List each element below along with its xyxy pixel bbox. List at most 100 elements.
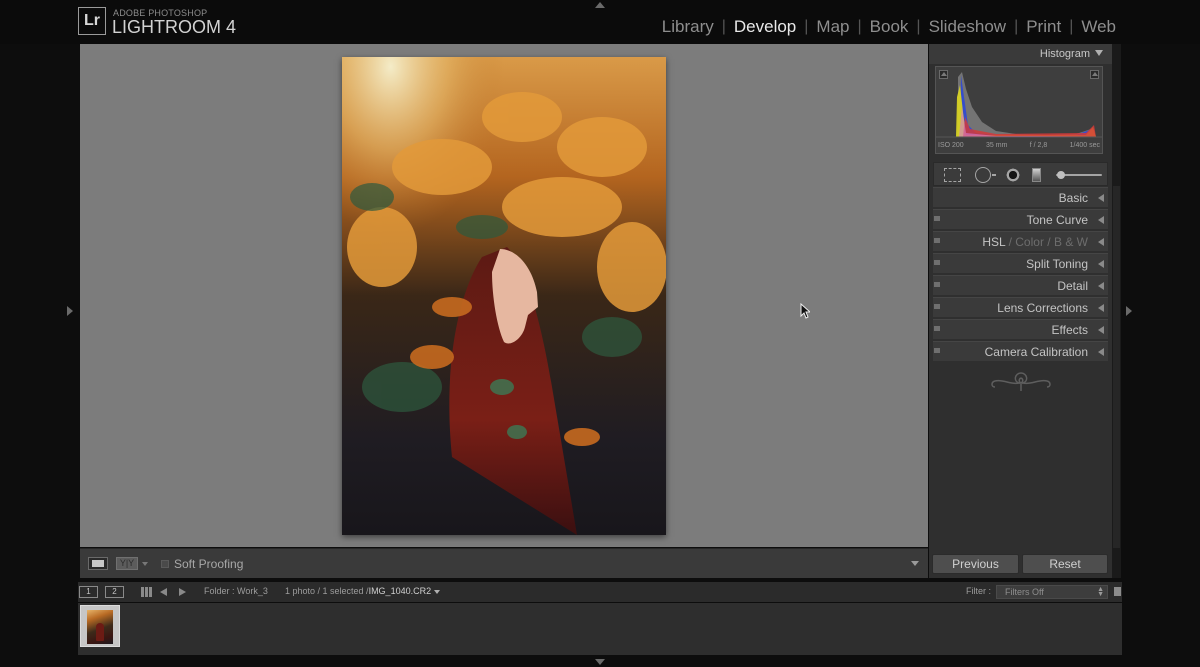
exif-shutter: 1/400 sec bbox=[1069, 142, 1100, 149]
back-arrow-icon[interactable] bbox=[160, 588, 167, 596]
selection-info[interactable]: 1 photo / 1 selected /IMG_1040.CR2 bbox=[285, 586, 441, 596]
chevron-down-icon[interactable] bbox=[434, 589, 441, 594]
panel-toggle-switch[interactable] bbox=[934, 216, 940, 221]
current-filename: IMG_1040.CR2 bbox=[368, 586, 432, 596]
previous-button[interactable]: Previous bbox=[932, 554, 1019, 574]
right-panel-toggle-icon[interactable] bbox=[1126, 306, 1132, 316]
module-web[interactable]: Web bbox=[1073, 17, 1124, 37]
panel-lens-corrections-label: Lens Corrections bbox=[997, 301, 1088, 315]
histogram-curve bbox=[936, 72, 1102, 138]
panel-toggle-switch[interactable] bbox=[934, 326, 940, 331]
expand-triangle-icon[interactable] bbox=[1098, 326, 1104, 334]
panel-split-toning-label: Split Toning bbox=[1026, 257, 1088, 271]
panel-toggle-switch[interactable] bbox=[934, 304, 940, 309]
scrollbar-thumb[interactable] bbox=[1113, 186, 1120, 548]
soft-proofing-checkbox[interactable] bbox=[161, 560, 169, 568]
expand-triangle-icon[interactable] bbox=[1098, 260, 1104, 268]
panel-end-ornament-icon bbox=[991, 372, 1051, 391]
expand-triangle-icon[interactable] bbox=[1098, 348, 1104, 356]
crop-icon[interactable] bbox=[944, 168, 961, 182]
module-develop[interactable]: Develop bbox=[726, 17, 804, 37]
bw-tab[interactable]: B & W bbox=[1054, 235, 1088, 249]
exif-iso: ISO 200 bbox=[938, 142, 964, 149]
panel-camera-calibration[interactable]: Camera Calibration bbox=[933, 341, 1108, 361]
photo-image bbox=[342, 57, 666, 535]
spot-removal-pointer-icon bbox=[992, 174, 996, 176]
expand-triangle-icon[interactable] bbox=[1098, 194, 1104, 202]
panel-toggle-switch[interactable] bbox=[934, 348, 940, 353]
top-bar: Lr ADOBE PHOTOSHOP LIGHTROOM 4 Library |… bbox=[0, 0, 1200, 44]
module-map[interactable]: Map bbox=[808, 17, 857, 37]
exif-focal-length: 35 mm bbox=[986, 142, 1008, 149]
expand-triangle-icon[interactable] bbox=[1098, 304, 1104, 312]
primary-display-button[interactable]: 1 bbox=[79, 586, 98, 598]
panel-camera-calibration-label: Camera Calibration bbox=[984, 345, 1088, 359]
expand-triangle-icon[interactable] bbox=[1098, 282, 1104, 290]
tab-separator: / bbox=[1008, 235, 1012, 249]
panel-basic-label: Basic bbox=[1058, 191, 1088, 205]
panel-effects[interactable]: Effects bbox=[933, 319, 1108, 339]
toolbar-menu-icon[interactable] bbox=[911, 561, 919, 566]
histogram-graph[interactable] bbox=[935, 66, 1103, 154]
adjustment-brush-knob-icon[interactable] bbox=[1057, 171, 1065, 179]
reset-button[interactable]: Reset bbox=[1022, 554, 1108, 574]
filter-value: Filters Off bbox=[1005, 587, 1044, 597]
mouse-pointer-icon bbox=[800, 303, 810, 319]
panel-tone-curve[interactable]: Tone Curve bbox=[933, 209, 1108, 229]
highlight-clipping-icon[interactable] bbox=[1090, 70, 1099, 79]
filmstrip-thumbnail[interactable] bbox=[80, 605, 120, 647]
spot-removal-icon[interactable] bbox=[975, 167, 991, 183]
expand-triangle-icon[interactable] bbox=[1098, 238, 1104, 246]
chevron-down-icon[interactable] bbox=[142, 562, 148, 566]
filter-select[interactable]: Filters Off ▲ ▼ bbox=[996, 585, 1108, 599]
secondary-display-button[interactable]: 2 bbox=[105, 586, 124, 598]
filmstrip-toolbar: 1 2 Folder : Work_3 1 photo / 1 selected… bbox=[78, 582, 1122, 602]
thumbnail-image bbox=[87, 610, 113, 644]
panel-hsl[interactable]: HSL / Color / B & W bbox=[933, 231, 1108, 251]
histogram-header[interactable]: Histogram bbox=[929, 44, 1112, 64]
view-toolbar: Y|Y Soft Proofing bbox=[80, 548, 928, 578]
module-library[interactable]: Library bbox=[654, 17, 722, 37]
red-eye-icon[interactable] bbox=[1005, 167, 1021, 183]
filmstrip[interactable] bbox=[78, 603, 1122, 655]
panel-lens-corrections[interactable]: Lens Corrections bbox=[933, 297, 1108, 317]
exif-info: ISO 200 35 mm f / 2,8 1/400 sec bbox=[935, 142, 1103, 149]
soft-proofing-label: Soft Proofing bbox=[174, 557, 244, 571]
top-panel-toggle-icon[interactable] bbox=[595, 2, 605, 8]
panel-tone-curve-label: Tone Curve bbox=[1026, 213, 1088, 227]
expand-triangle-icon[interactable] bbox=[1098, 216, 1104, 224]
hsl-tab[interactable]: HSL bbox=[982, 235, 1005, 249]
filter-lock-icon[interactable] bbox=[1114, 587, 1121, 596]
panel-detail[interactable]: Detail bbox=[933, 275, 1108, 295]
graduated-filter-icon[interactable] bbox=[1032, 168, 1041, 182]
select-arrows-icon: ▲ ▼ bbox=[1097, 586, 1104, 598]
image-canvas[interactable] bbox=[80, 44, 928, 547]
panel-toggle-switch[interactable] bbox=[934, 282, 940, 287]
develop-tool-strip bbox=[933, 162, 1108, 186]
histogram-title: Histogram bbox=[1039, 48, 1090, 60]
bottom-panel-toggle-icon[interactable] bbox=[595, 659, 605, 665]
folder-source-label[interactable]: Folder : Work_3 bbox=[204, 586, 268, 596]
collapse-triangle-icon[interactable] bbox=[1095, 50, 1103, 56]
filter-label: Filter : bbox=[966, 586, 992, 596]
loupe-view-icon[interactable] bbox=[88, 557, 108, 570]
color-tab[interactable]: Color bbox=[1015, 235, 1044, 249]
module-print[interactable]: Print bbox=[1018, 17, 1069, 37]
exif-aperture: f / 2,8 bbox=[1029, 142, 1048, 149]
module-picker: Library | Develop | Map | Book | Slidesh… bbox=[654, 17, 1124, 37]
before-after-button[interactable]: Y|Y bbox=[116, 557, 138, 570]
left-panel-toggle-icon[interactable] bbox=[67, 306, 73, 316]
photo-count: 1 photo / 1 selected / bbox=[285, 586, 369, 596]
grid-view-icon[interactable] bbox=[141, 587, 152, 597]
shadow-clipping-icon[interactable] bbox=[939, 70, 948, 79]
panel-toggle-switch[interactable] bbox=[934, 238, 940, 243]
lightroom-logo: Lr bbox=[78, 7, 106, 35]
module-book[interactable]: Book bbox=[862, 17, 917, 37]
panel-basic[interactable]: Basic bbox=[933, 187, 1108, 207]
photo-preview[interactable] bbox=[342, 57, 666, 535]
panel-split-toning[interactable]: Split Toning bbox=[933, 253, 1108, 273]
panel-effects-label: Effects bbox=[1051, 323, 1088, 337]
panel-toggle-switch[interactable] bbox=[934, 260, 940, 265]
module-slideshow[interactable]: Slideshow bbox=[921, 17, 1015, 37]
forward-arrow-icon[interactable] bbox=[179, 588, 186, 596]
